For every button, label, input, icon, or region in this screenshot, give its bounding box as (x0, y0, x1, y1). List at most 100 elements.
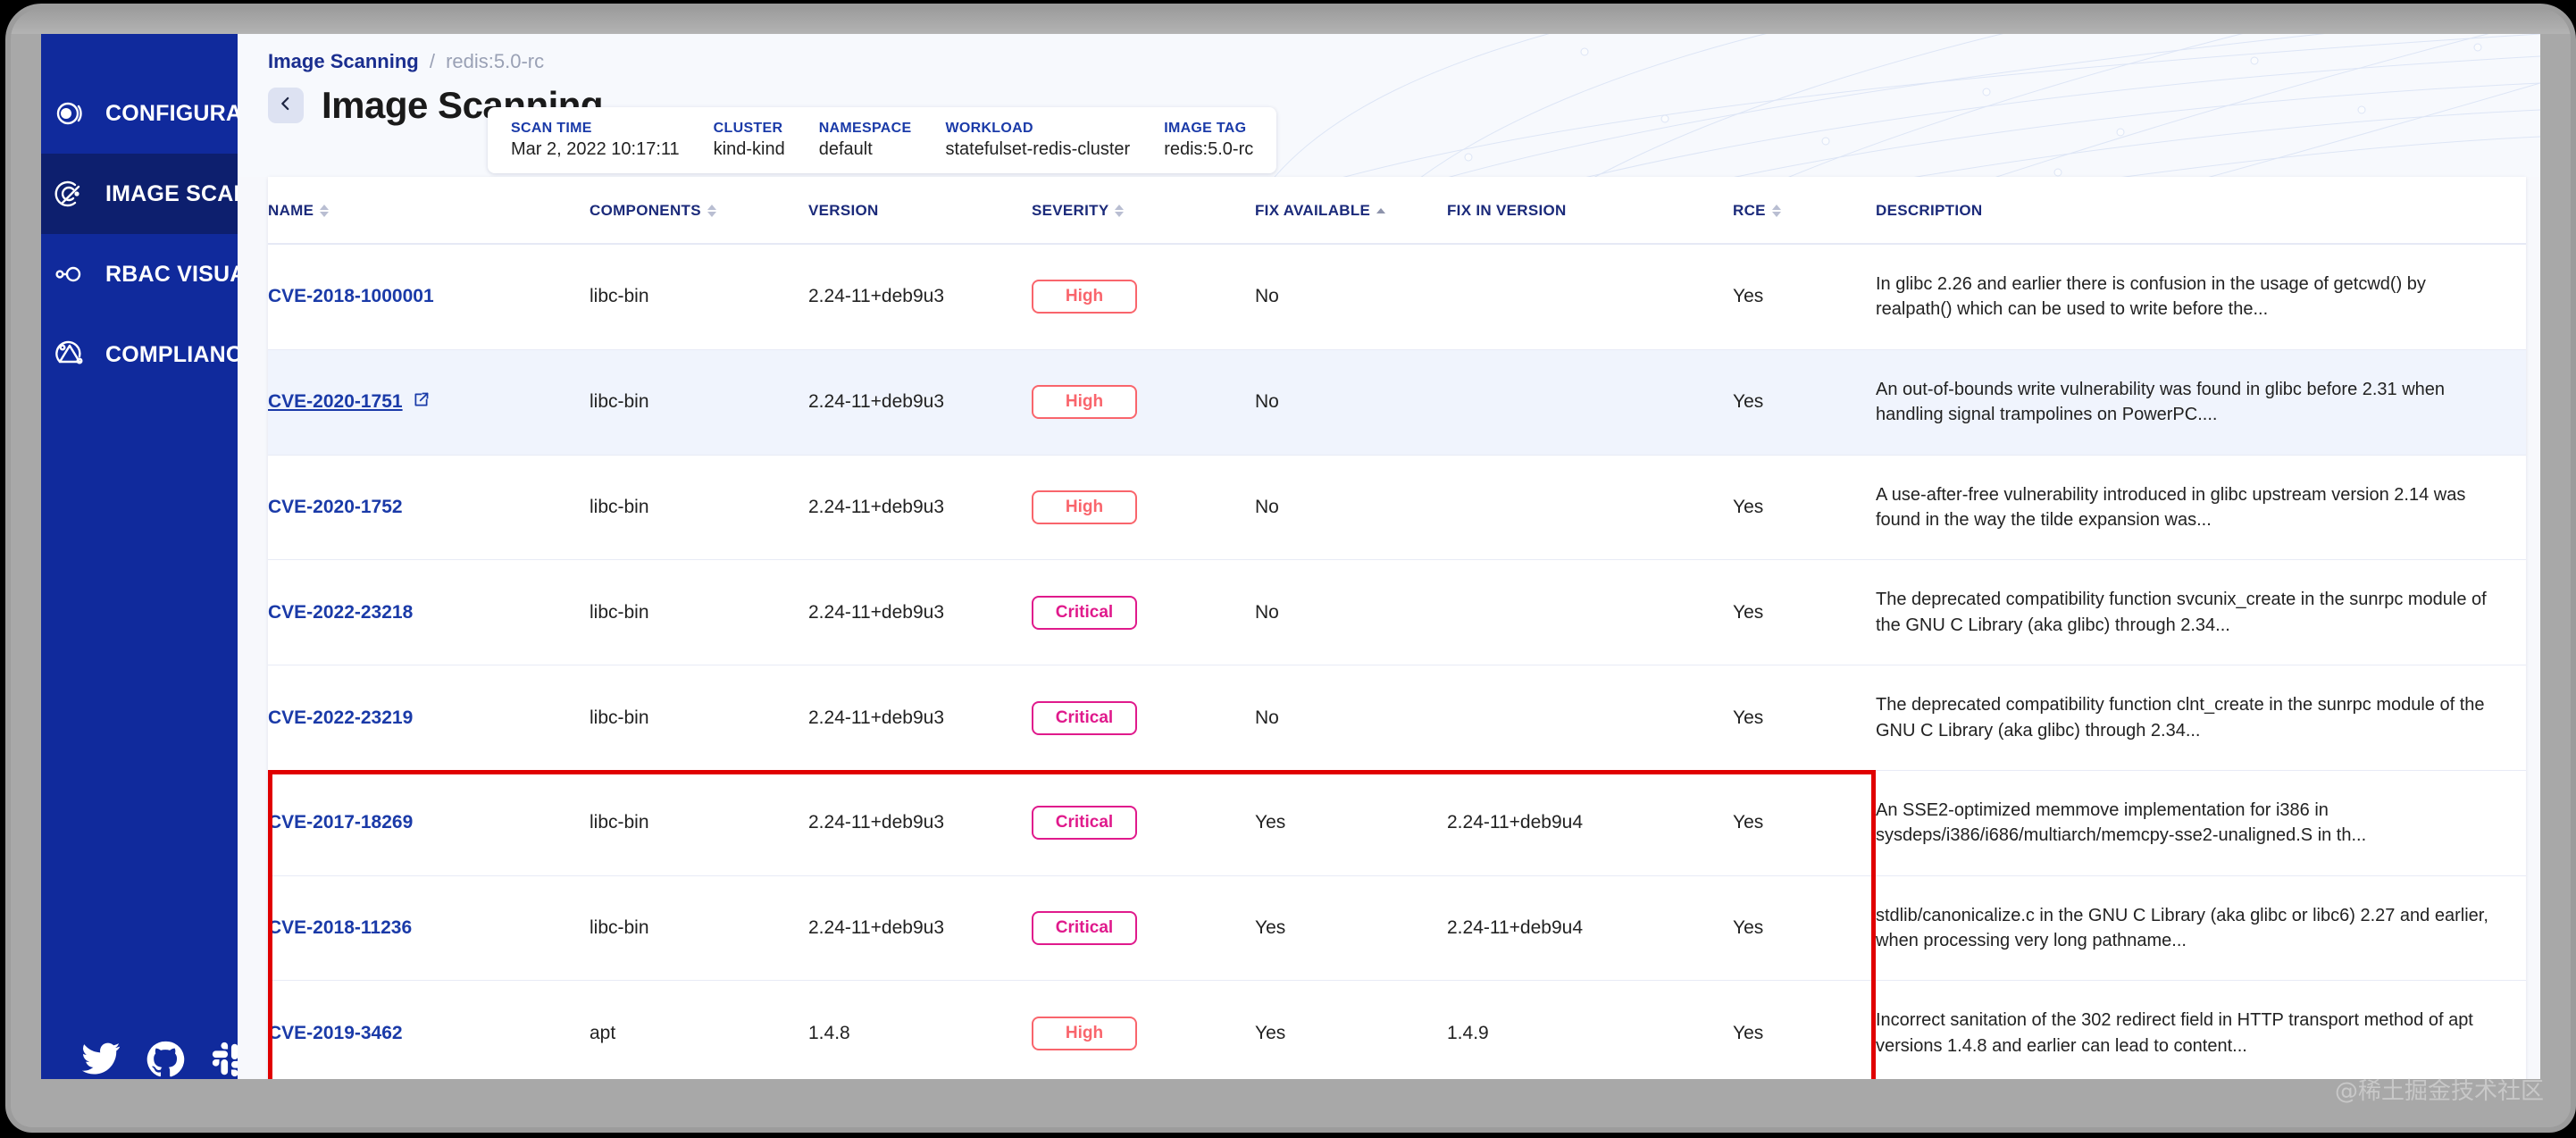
sort-toggle-icon[interactable] (1115, 205, 1125, 217)
cve-link[interactable]: CVE-2020-1751 (268, 390, 431, 414)
severity-badge[interactable]: High (1032, 280, 1137, 314)
cell-name: CVE-2022-23219 (268, 665, 590, 771)
compliance-icon (52, 337, 88, 372)
cell-description: In glibc 2.26 and earlier there is confu… (1876, 244, 2526, 350)
sidebar-item-rbac-visualizer[interactable]: RBAC VISUALIZER (beta) (41, 234, 380, 314)
cve-link[interactable]: CVE-2022-23218 (268, 602, 413, 623)
cve-link-label: CVE-2019-3462 (268, 1022, 403, 1043)
cell-severity: Critical (1032, 875, 1255, 982)
scan-field-label: WORKLOAD (945, 121, 1033, 136)
cell-rce: Yes (1733, 559, 1876, 666)
cell-version: 1.4.8 (808, 980, 1032, 1079)
breadcrumb: Image Scanning / redis:5.0-rc (268, 50, 544, 73)
table-row[interactable]: CVE-2022-23219 libc-bin 2.24-11+deb9u3 Crit… (268, 665, 2526, 771)
severity-badge[interactable]: Critical (1032, 911, 1137, 946)
table-column-header-components[interactable]: COMPONENTS (590, 177, 808, 245)
table-column-header-severity[interactable]: SEVERITY (1032, 177, 1255, 245)
table-column-header-label: COMPONENTS (590, 202, 701, 219)
cell-fix-in-version: 2.24-11+deb9u4 (1447, 770, 1733, 876)
scan-field-label: CLUSTER (713, 121, 783, 136)
cve-link[interactable]: CVE-2018-1000001 (268, 286, 434, 307)
cve-link[interactable]: CVE-2022-23219 (268, 707, 413, 729)
table-row[interactable]: CVE-2017-18269 libc-bin 2.24-11+deb9u3 Crit… (268, 770, 2526, 876)
severity-badge[interactable]: High (1032, 1016, 1137, 1050)
table-body: CVE-2018-1000001 libc-bin 2.24-11+deb9u3 Hi… (268, 244, 2526, 1079)
table-row[interactable]: CVE-2020-1751 libc-bin 2.24-11+deb9u3 High N… (268, 349, 2526, 456)
table-head: NAME COMPONENTS VERSION SEVERITY FIX AVAILAB… (268, 177, 2526, 245)
cell-components: libc-bin (590, 875, 808, 982)
severity-badge[interactable]: Critical (1032, 595, 1137, 630)
table-column-header-fix-available[interactable]: FIX AVAILABLE (1255, 177, 1447, 245)
breadcrumb-separator: / (429, 50, 435, 72)
cell-description: An out-of-bounds write vulnerability was… (1876, 349, 2526, 456)
cell-rce: Yes (1733, 770, 1876, 876)
cell-rce: Yes (1733, 455, 1876, 561)
cve-link[interactable]: CVE-2019-3462 (268, 1023, 403, 1044)
table-column-header-label: VERSION (808, 202, 879, 219)
cell-version: 2.24-11+deb9u3 (808, 665, 1032, 771)
cell-name: CVE-2022-23218 (268, 559, 590, 666)
mesh-background-decoration (1274, 34, 2540, 177)
cell-fix-available: No (1255, 349, 1447, 456)
sidebar: CONFIGURATION SCANNING IMAGE SCANNING (b… (41, 34, 422, 1079)
cell-fix-available: Yes (1255, 875, 1447, 982)
cell-fix-available: No (1255, 665, 1447, 771)
cve-link[interactable]: CVE-2020-1752 (268, 497, 403, 518)
device-frame: CONFIGURATION SCANNING IMAGE SCANNING (b… (11, 9, 2571, 1127)
scan-field-image-tag: IMAGE TAG redis:5.0-rc (1164, 121, 1253, 160)
sidebar-item-compliance[interactable]: COMPLIANCE (41, 314, 257, 395)
table-row[interactable]: CVE-2022-23218 libc-bin 2.24-11+deb9u3 Crit… (268, 559, 2526, 666)
sort-toggle-icon[interactable] (320, 205, 330, 217)
cell-description: The deprecated compatibility function sv… (1876, 559, 2526, 666)
cell-name: CVE-2018-11236 (268, 875, 590, 982)
cve-link[interactable]: CVE-2018-11236 (268, 917, 412, 939)
table-column-header-rce[interactable]: RCE (1733, 177, 1876, 245)
scan-field-value: statefulset-redis-cluster (945, 139, 1131, 159)
sort-ascending-icon[interactable] (1376, 208, 1386, 213)
table-row[interactable]: CVE-2019-3462 apt 1.4.8 High Yes 1.4.9 Yes Inco… (268, 980, 2526, 1079)
image-scan-icon (52, 176, 88, 212)
cell-rce: Yes (1733, 665, 1876, 771)
cell-components: libc-bin (590, 665, 808, 771)
cell-components: libc-bin (590, 244, 808, 350)
scan-field-label: SCAN TIME (511, 121, 592, 136)
cve-link[interactable]: CVE-2017-18269 (268, 812, 413, 833)
cell-severity: Critical (1032, 770, 1255, 876)
github-icon[interactable] (145, 1039, 186, 1079)
cell-components: libc-bin (590, 559, 808, 666)
cell-components: apt (590, 980, 808, 1079)
back-button[interactable] (268, 88, 304, 123)
cell-fix-available: No (1255, 244, 1447, 350)
cell-name: CVE-2018-1000001 (268, 244, 590, 350)
table-row[interactable]: CVE-2018-1000001 libc-bin 2.24-11+deb9u3 Hi… (268, 244, 2526, 350)
external-link-icon[interactable] (412, 390, 431, 414)
sort-toggle-icon[interactable] (707, 205, 716, 217)
cell-fix-in-version: 2.24-11+deb9u4 (1447, 875, 1733, 982)
severity-badge[interactable]: High (1032, 385, 1137, 420)
cell-description: A use-after-free vulnerability introduce… (1876, 455, 2526, 561)
sidebar-item-configuration-scanning[interactable]: CONFIGURATION SCANNING (41, 73, 422, 154)
cell-fix-available: No (1255, 455, 1447, 561)
sort-toggle-icon[interactable] (1771, 205, 1781, 217)
scan-field-label: NAMESPACE (818, 121, 912, 136)
twitter-icon[interactable] (80, 1039, 121, 1079)
table-column-header-fix-in-version: FIX IN VERSION (1447, 177, 1733, 245)
severity-badge[interactable]: Critical (1032, 700, 1137, 735)
cell-name: CVE-2017-18269 (268, 770, 590, 876)
watermark: @稀土掘金技术社区 (2334, 1078, 2544, 1105)
cell-version: 2.24-11+deb9u3 (808, 875, 1032, 982)
cell-name: CVE-2020-1752 (268, 455, 590, 561)
cell-fix-in-version (1447, 455, 1733, 561)
chevron-left-icon (278, 96, 294, 116)
sidebar-item-image-scanning[interactable]: IMAGE SCANNING (beta) (41, 154, 374, 234)
cell-rce: Yes (1733, 875, 1876, 982)
severity-badge[interactable]: Critical (1032, 806, 1137, 841)
breadcrumb-root[interactable]: Image Scanning (268, 50, 419, 72)
table-column-header-name[interactable]: NAME (268, 177, 590, 245)
cve-link-label: CVE-2020-1752 (268, 496, 403, 517)
severity-badge[interactable]: High (1032, 490, 1137, 524)
table-row[interactable]: CVE-2020-1752 libc-bin 2.24-11+deb9u3 High N… (268, 455, 2526, 561)
main-content: Image Scanning / redis:5.0-rc Image Scan… (238, 34, 2540, 1079)
table-row[interactable]: CVE-2018-11236 libc-bin 2.24-11+deb9u3 Crit… (268, 875, 2526, 982)
cell-version: 2.24-11+deb9u3 (808, 244, 1032, 350)
